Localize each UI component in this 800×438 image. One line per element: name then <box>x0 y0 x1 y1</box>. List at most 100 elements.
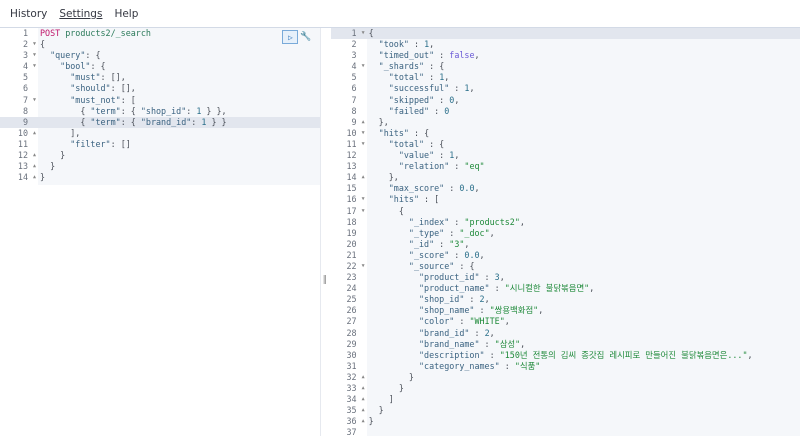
fold-icon[interactable]: ▼ <box>33 50 36 61</box>
response-code: { "took" : 1, "timed_out" : false, "_sha… <box>366 28 800 436</box>
code-line[interactable]: "query": { <box>38 50 320 61</box>
request-editor[interactable]: 1 2 ▼ 3 ▼ 4 ▼ 5 6 7 ▼ 8 9 10 ▲ 11 12 ▲ 13 ▲ 14 ▲ ▷ 🔧 POST pro… <box>0 28 320 436</box>
line-number: 2 <box>351 39 357 50</box>
code-token: "쌍용백화점" <box>489 305 539 316</box>
code-line[interactable]: } <box>38 150 320 161</box>
line-number: 1 ▼ <box>330 28 367 40</box>
line-number: 25 <box>346 294 357 305</box>
code-line[interactable]: } <box>38 172 320 183</box>
code-token: "filter" <box>70 138 111 149</box>
code-token: : <box>469 327 485 338</box>
code-token: "시니컬한 불닭볶음면" <box>504 283 590 294</box>
code-line[interactable]: { "term": { "shop_id": 1 } }, <box>38 106 320 117</box>
code-line: }, <box>367 117 800 128</box>
code-line: "total" : 1, <box>367 72 800 83</box>
menu-help[interactable]: Help <box>114 8 138 20</box>
code-line[interactable]: "should": [], <box>38 83 320 94</box>
code-token: : <box>429 105 445 116</box>
code-token: "shop_id" <box>140 105 187 116</box>
wrench-icon[interactable]: 🔧 <box>300 32 311 42</box>
unfold-icon[interactable]: ▲ <box>33 172 36 183</box>
fold-icon[interactable]: ▼ <box>362 61 365 72</box>
request-code[interactable]: ▷ 🔧 POST products2/_search{ "query": { "… <box>38 28 320 185</box>
code-token: "must" <box>70 72 101 83</box>
code-line: "_index" : "products2", <box>367 217 800 228</box>
line-number: 24 <box>346 283 357 294</box>
unfold-icon[interactable]: ▲ <box>362 372 365 383</box>
unfold-icon[interactable]: ▲ <box>362 172 365 183</box>
code-token: } } <box>206 116 227 127</box>
code-token: "description" <box>419 349 485 360</box>
code-line: } <box>367 383 800 394</box>
code-token: : <box>434 50 450 61</box>
code-line[interactable]: { <box>38 39 320 50</box>
play-icon[interactable]: ▷ <box>282 30 299 44</box>
code-line[interactable]: { "term": { "brand_id": 1 } } <box>38 116 320 128</box>
fold-icon[interactable]: ▼ <box>33 61 36 72</box>
code-token: "took" <box>378 39 409 50</box>
fold-icon[interactable]: ▼ <box>362 28 365 39</box>
code-token: "should" <box>70 83 111 94</box>
line-number: 17 ▼ <box>346 205 365 217</box>
fold-icon[interactable]: ▼ <box>362 139 365 150</box>
unfold-icon[interactable]: ▲ <box>362 117 365 128</box>
line-number: 37 <box>346 427 357 438</box>
code-line[interactable]: "must_not": [ <box>38 95 320 106</box>
unfold-icon[interactable]: ▲ <box>362 394 365 405</box>
code-line[interactable]: } <box>38 161 320 172</box>
code-token: false <box>449 50 475 61</box>
code-line[interactable]: POST products2/_search <box>38 28 320 39</box>
menu-history[interactable]: History <box>10 8 47 20</box>
line-number: 12 ▲ <box>17 150 36 161</box>
code-token: , <box>504 316 510 327</box>
fold-icon[interactable]: ▼ <box>362 194 365 205</box>
code-token: , <box>464 238 470 249</box>
code-line: "category_names" : "식품" <box>367 361 800 372</box>
code-token: : { <box>90 61 106 72</box>
code-line[interactable]: ], <box>38 128 320 139</box>
code-token: "max_score" <box>388 183 445 194</box>
drag-handle-icon[interactable]: ‖ <box>323 275 328 285</box>
code-token: "_score" <box>408 249 450 260</box>
code-token: "query" <box>50 50 86 61</box>
code-line[interactable]: "filter": [] <box>38 139 320 150</box>
menu-settings[interactable]: Settings <box>59 8 102 20</box>
console-main: 1 2 ▼ 3 ▼ 4 ▼ 5 6 7 ▼ 8 9 10 ▲ 11 12 ▲ 13 ▲ 14 ▲ ▷ 🔧 POST pro… <box>0 28 800 438</box>
code-token: { <box>40 39 46 50</box>
unfold-icon[interactable]: ▲ <box>33 128 36 139</box>
fold-icon[interactable]: ▼ <box>362 206 365 217</box>
unfold-icon[interactable]: ▲ <box>362 405 365 416</box>
code-token: 0.0 <box>459 183 475 194</box>
fold-icon[interactable]: ▼ <box>33 39 36 50</box>
request-gutter: 1 2 ▼ 3 ▼ 4 ▼ 5 6 7 ▼ 8 9 10 ▲ 11 12 ▲ 13 ▲ 14 ▲ <box>0 28 38 436</box>
fold-icon[interactable]: ▼ <box>362 128 365 139</box>
code-line: "product_id" : 3, <box>367 272 800 283</box>
unfold-icon[interactable]: ▲ <box>33 150 36 161</box>
request-actions: ▷ 🔧 <box>282 30 312 44</box>
code-token: "hits" <box>388 194 420 205</box>
code-token: , <box>538 305 544 316</box>
code-line[interactable]: "must": [], <box>38 72 320 83</box>
unfold-icon[interactable]: ▲ <box>362 383 365 394</box>
code-token: "product_name" <box>419 283 490 294</box>
line-number: 10 ▼ <box>346 127 365 139</box>
unfold-icon[interactable]: ▲ <box>362 416 365 427</box>
code-token: "must_not" <box>70 94 121 105</box>
line-number: 27 <box>346 316 357 327</box>
fold-icon[interactable]: ▼ <box>362 261 365 272</box>
code-line[interactable]: "bool": { <box>38 61 320 72</box>
fold-icon[interactable]: ▼ <box>33 95 36 106</box>
code-token: : [ <box>419 194 440 205</box>
pane-resizer[interactable]: ‖ <box>319 28 331 436</box>
code-token: "삼성" <box>494 338 521 349</box>
line-number: 4 ▼ <box>351 61 365 72</box>
unfold-icon[interactable]: ▲ <box>33 161 36 172</box>
